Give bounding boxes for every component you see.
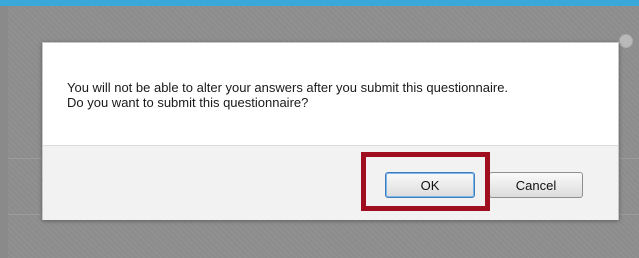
cancel-button[interactable]: Cancel <box>489 172 583 198</box>
confirm-dialog: You will not be able to alter your answe… <box>42 42 619 220</box>
dialog-footer: OK Cancel <box>43 145 618 220</box>
dialog-message-line: Do you want to submit this questionnaire… <box>67 95 309 110</box>
dialog-message: You will not be able to alter your answe… <box>67 80 607 110</box>
dialog-body: You will not be able to alter your answe… <box>43 43 618 145</box>
background-radio-icon <box>619 34 633 48</box>
dialog-message-line: You will not be able to alter your answe… <box>67 80 509 95</box>
highlight-box <box>361 152 490 211</box>
